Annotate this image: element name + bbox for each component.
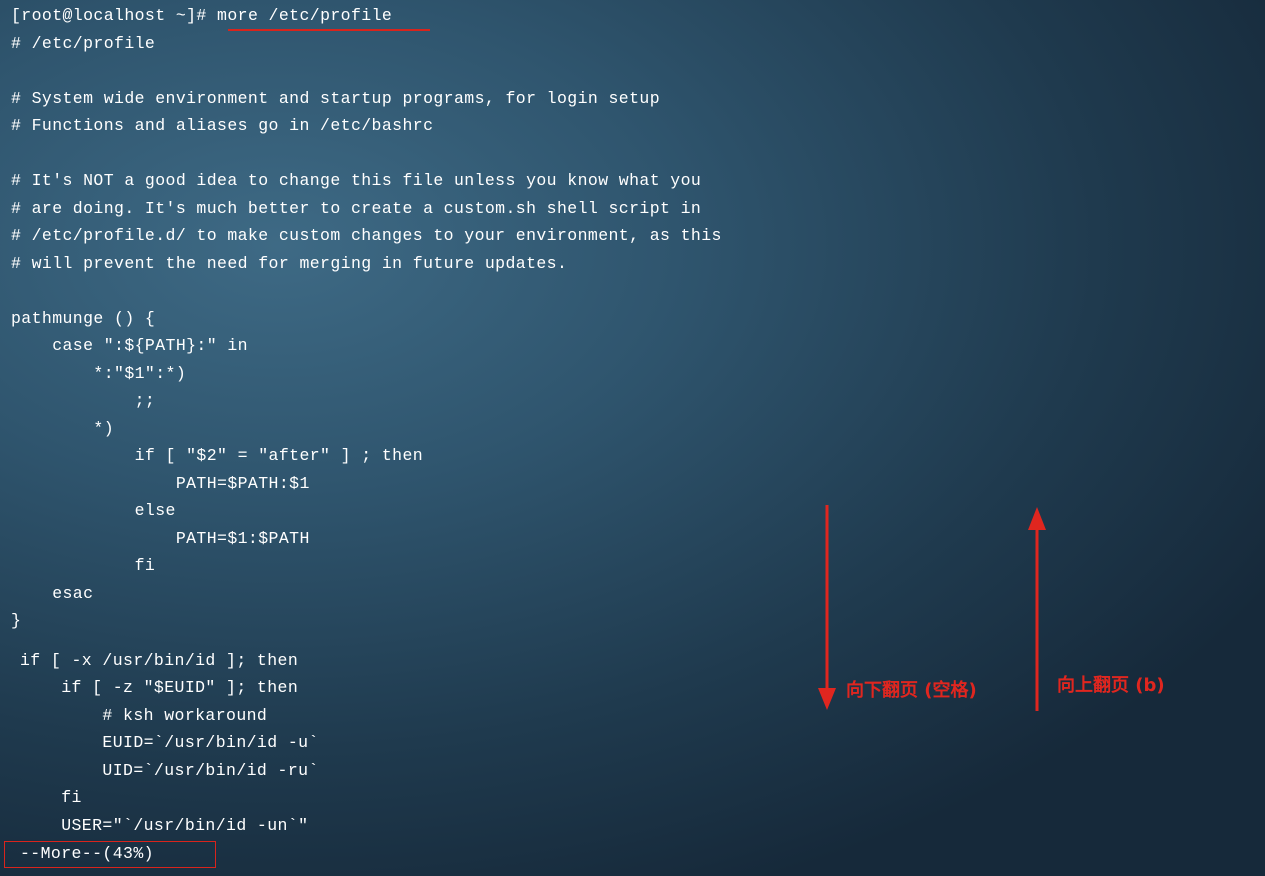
page-down-annotation: 向下翻页 (空格) [846,680,977,701]
file-line: fi [20,788,82,807]
arrow-down-icon [818,505,836,710]
file-line: # /etc/profile [11,34,156,53]
file-line: *:"$1":*) [11,364,187,383]
file-line: # Functions and aliases go in /etc/bashr… [11,116,434,135]
file-line: *) [11,419,115,438]
command-highlight-underline [228,29,430,31]
page-up-annotation: 向上翻页 (b) [1057,675,1165,696]
file-line: else [11,501,176,520]
file-line: pathmunge () { [11,309,156,328]
file-line: # System wide environment and startup pr… [11,89,661,108]
file-line: # ksh workaround [20,706,268,725]
arrow-up-icon [1028,507,1046,711]
file-line: PATH=$1:$PATH [11,529,310,548]
file-line: PATH=$PATH:$1 [11,474,310,493]
file-line: ;; [11,391,156,410]
file-line: esac [11,584,94,603]
file-line: # It's NOT a good idea to change this fi… [11,171,702,190]
file-line: if [ "$2" = "after" ] ; then [11,446,424,465]
terminal-window[interactable]: [root@localhost ~]# more /etc/profile # … [0,0,1265,876]
file-line: if [ -x /usr/bin/id ]; then [20,651,299,670]
file-line: if [ -z "$EUID" ]; then [20,678,299,697]
file-line: EUID=`/usr/bin/id -u` [20,733,319,752]
shell-prompt: [root@localhost ~]# [11,6,207,25]
file-line: # are doing. It's much better to create … [11,199,702,218]
pager-status-highlight-box [4,841,216,868]
command-line: [root@localhost ~]# more /etc/profile [11,6,392,26]
file-line: case ":${PATH}:" in [11,336,248,355]
file-line: # /etc/profile.d/ to make custom changes… [11,226,722,245]
file-line: USER="`/usr/bin/id -un`" [20,816,309,835]
file-line: fi [11,556,156,575]
file-line: } [11,611,22,630]
file-line: # will prevent the need for merging in f… [11,254,568,273]
typed-command: more /etc/profile [217,6,393,25]
file-line: UID=`/usr/bin/id -ru` [20,761,319,780]
